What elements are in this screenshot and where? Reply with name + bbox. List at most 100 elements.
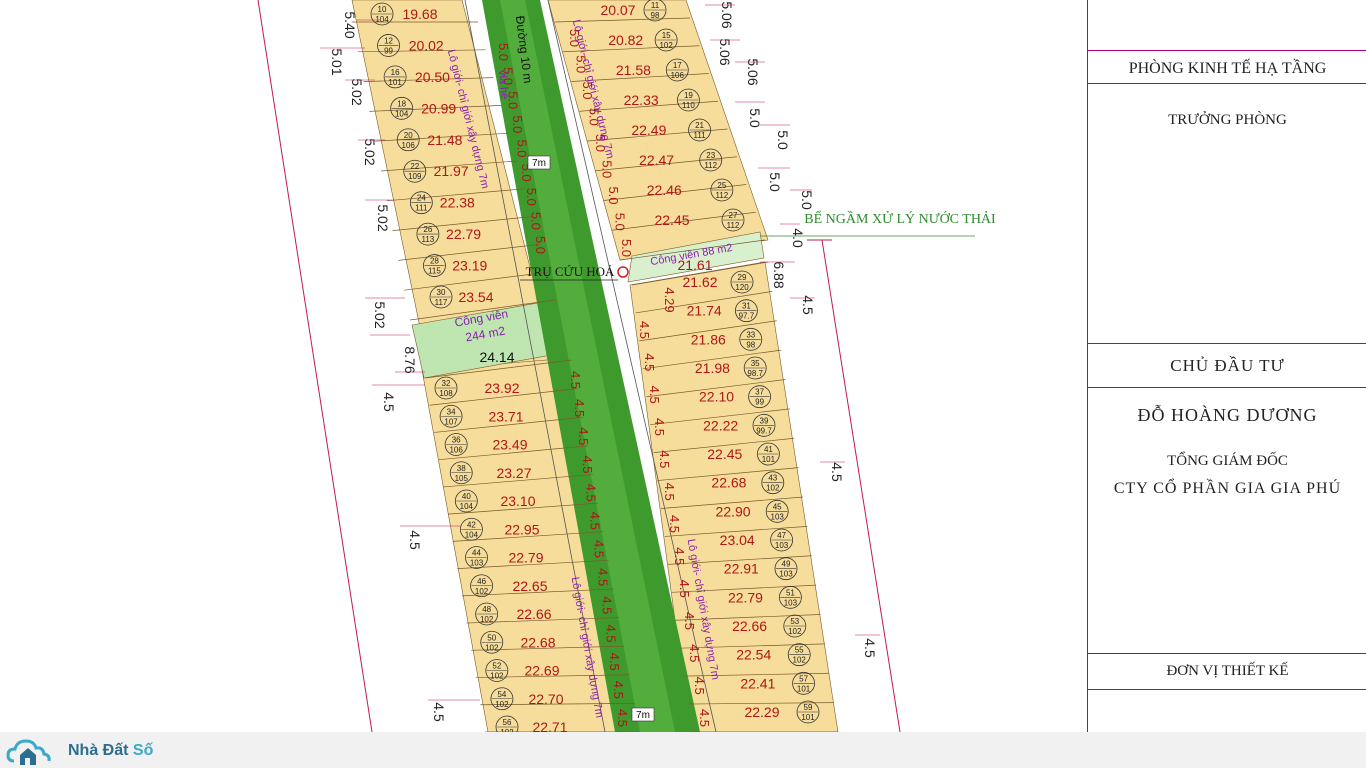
left-lower-lot-area: 106 xyxy=(449,446,463,455)
right-upper-lot-area: 102 xyxy=(659,41,673,50)
right-lower-lot-number: 53 xyxy=(790,617,799,626)
boundary-line-right xyxy=(821,239,901,732)
outer-dim-left: 5.02 xyxy=(375,204,391,231)
left-upper-lot-area: 115 xyxy=(428,267,441,276)
left-lower-lot-number: 54 xyxy=(497,690,506,699)
left-upper-lot-number: 18 xyxy=(397,99,406,108)
left-lower-lot-length: 22.79 xyxy=(508,550,543,566)
left-lower-lot-number: 42 xyxy=(467,520,476,529)
left-lower-lot-area: 102 xyxy=(480,615,494,624)
right-lower-lot-area: 103 xyxy=(779,570,793,579)
outer-dim-left: 5.02 xyxy=(362,138,378,165)
frontage-dim-right-upper: 5.0 xyxy=(613,213,628,231)
left-upper-lot-area: 99 xyxy=(384,46,393,55)
frontage-dim-left-lower: 4.5 xyxy=(615,709,630,727)
left-upper-lot-number: 10 xyxy=(378,5,387,14)
right-lower-lot-area: 103 xyxy=(771,512,785,521)
right-lower-lot-number: 37 xyxy=(755,388,764,397)
right-lower-lot-length: 22.68 xyxy=(711,475,746,491)
right-upper-lot-length: 22.45 xyxy=(654,212,689,228)
left-lower-lot-length: 22.95 xyxy=(504,521,539,537)
left-lower-lot-area: 104 xyxy=(460,502,474,511)
left-upper-lot-length: 20.99 xyxy=(421,100,456,116)
right-lower-lot-area: 101 xyxy=(801,713,815,722)
right-lower-lot-length: 22.22 xyxy=(703,417,738,433)
left-upper-lot-area: 104 xyxy=(375,15,389,24)
right-lower-lot-length: 22.90 xyxy=(716,503,751,519)
right-lower-lot-number: 51 xyxy=(786,588,795,597)
frontage-dim-right-lower: 4.5 xyxy=(697,709,712,727)
left-lower-lot-length: 23.71 xyxy=(488,408,523,424)
right-upper-lot-area: 106 xyxy=(671,71,685,80)
frontage-dim-left-lower: 4.5 xyxy=(603,624,618,642)
outer-dim-right: 5.0 xyxy=(799,190,815,210)
brand-name-main: Nhà Đất xyxy=(68,742,133,759)
investor-company: CTY CỔ PHẦN GIA GIA PHÚ xyxy=(1113,480,1342,497)
right-upper-lot-area: 98 xyxy=(651,11,660,20)
outer-dim-right: 4.5 xyxy=(862,638,878,658)
left-lower-lot-number: 44 xyxy=(472,549,481,558)
frontage-dim-left-lower: 4.5 xyxy=(611,681,626,699)
right-lower-lot-number: 57 xyxy=(799,674,808,683)
left-upper-lot-number: 22 xyxy=(410,162,419,171)
right-lower-lot-length: 21.62 xyxy=(682,274,717,290)
right-upper-lot-number: 15 xyxy=(662,31,671,40)
right-lower-lot-number: 47 xyxy=(777,531,786,540)
right-upper-lot-length: 21.58 xyxy=(616,62,651,78)
outer-dim-right: 4.0 xyxy=(790,228,806,248)
left-upper-lot-area: 106 xyxy=(402,141,416,150)
frontage-dim-left-lower: 4.5 xyxy=(592,540,607,558)
right-upper-lot-number: 17 xyxy=(673,61,682,70)
right-lower-lot-area: 97.7 xyxy=(739,312,755,321)
left-lower-lot-area: 102 xyxy=(495,700,509,709)
fire-hydrant-label: TRỤ CỨU HOẢ xyxy=(526,264,615,279)
left-upper-lot-length: 20.50 xyxy=(415,69,450,85)
right-lower-lot-length: 23.04 xyxy=(720,532,755,548)
right-lower-lot-area: 102 xyxy=(788,627,802,636)
right-upper-lot-number: 19 xyxy=(684,91,693,100)
right-upper-lot-number: 25 xyxy=(717,181,726,190)
right-lower-lot-area: 99 xyxy=(755,398,764,407)
right-lower-lot-number: 31 xyxy=(742,302,751,311)
right-lower-lot-length: 22.41 xyxy=(740,675,775,691)
frontage-dim-left-upper: 5.0 xyxy=(515,139,530,157)
right-lower-lot-length: 22.45 xyxy=(707,446,742,462)
frontage-dim-right-lower: 4.5 xyxy=(652,418,667,436)
left-upper-lot-length: 22.79 xyxy=(446,226,481,242)
left-lower-lot-number: 40 xyxy=(462,492,471,501)
right-lower-lot-length: 21.86 xyxy=(691,331,726,347)
frontage-dim-right-lower: 4.5 xyxy=(657,450,672,468)
frontage-dim-right-lower: 4.5 xyxy=(692,677,707,695)
left-lower-lot-number: 48 xyxy=(482,605,491,614)
left-lower-lot-length: 23.92 xyxy=(484,380,519,396)
outer-dim-right: 5.06 xyxy=(719,1,735,28)
right-upper-lot-length: 22.46 xyxy=(647,182,682,198)
left-upper-lot-number: 16 xyxy=(391,68,400,77)
right-lower-lot-length: 22.29 xyxy=(744,704,779,720)
right-lower-lot-area: 102 xyxy=(793,656,807,665)
outer-dim-left: 4.5 xyxy=(407,530,423,550)
left-lower-lot-number: 56 xyxy=(503,718,512,727)
frontage-dim-left-upper: 5.0 xyxy=(533,236,548,254)
right-lower-lot-number: 35 xyxy=(751,359,760,368)
outer-dim-right: 5.06 xyxy=(717,38,733,65)
brand-logo[interactable]: Nhà Đất Số xyxy=(6,734,153,768)
left-lower-lot-length: 22.69 xyxy=(524,663,559,679)
right-lower-lot-number: 59 xyxy=(804,703,813,712)
right-upper-lot-length: 22.33 xyxy=(624,92,659,108)
outer-dim-right: 5.06 xyxy=(745,58,761,85)
left-lower-lot-number: 36 xyxy=(452,436,461,445)
frontage-dim-left-upper: 5.0 xyxy=(528,212,543,230)
road-width-mark-lower: 7m xyxy=(636,710,650,721)
left-upper-lot-number: 30 xyxy=(437,288,446,297)
right-lower-lot-length: 22.91 xyxy=(724,561,759,577)
outer-dim-left: 4.5 xyxy=(381,392,397,412)
left-lower-lot-number: 32 xyxy=(442,379,451,388)
right-lower-lot-number: 45 xyxy=(773,502,782,511)
left-lower-lot-length: 22.65 xyxy=(512,578,547,594)
right-lower-lot-area: 102 xyxy=(766,484,780,493)
frontage-dim-right-upper: 5.0 xyxy=(619,239,634,257)
frontage-dim-left-lower: 4.5 xyxy=(576,427,591,445)
boundary-line-left xyxy=(257,0,373,732)
right-upper-lot-area: 112 xyxy=(704,161,717,170)
